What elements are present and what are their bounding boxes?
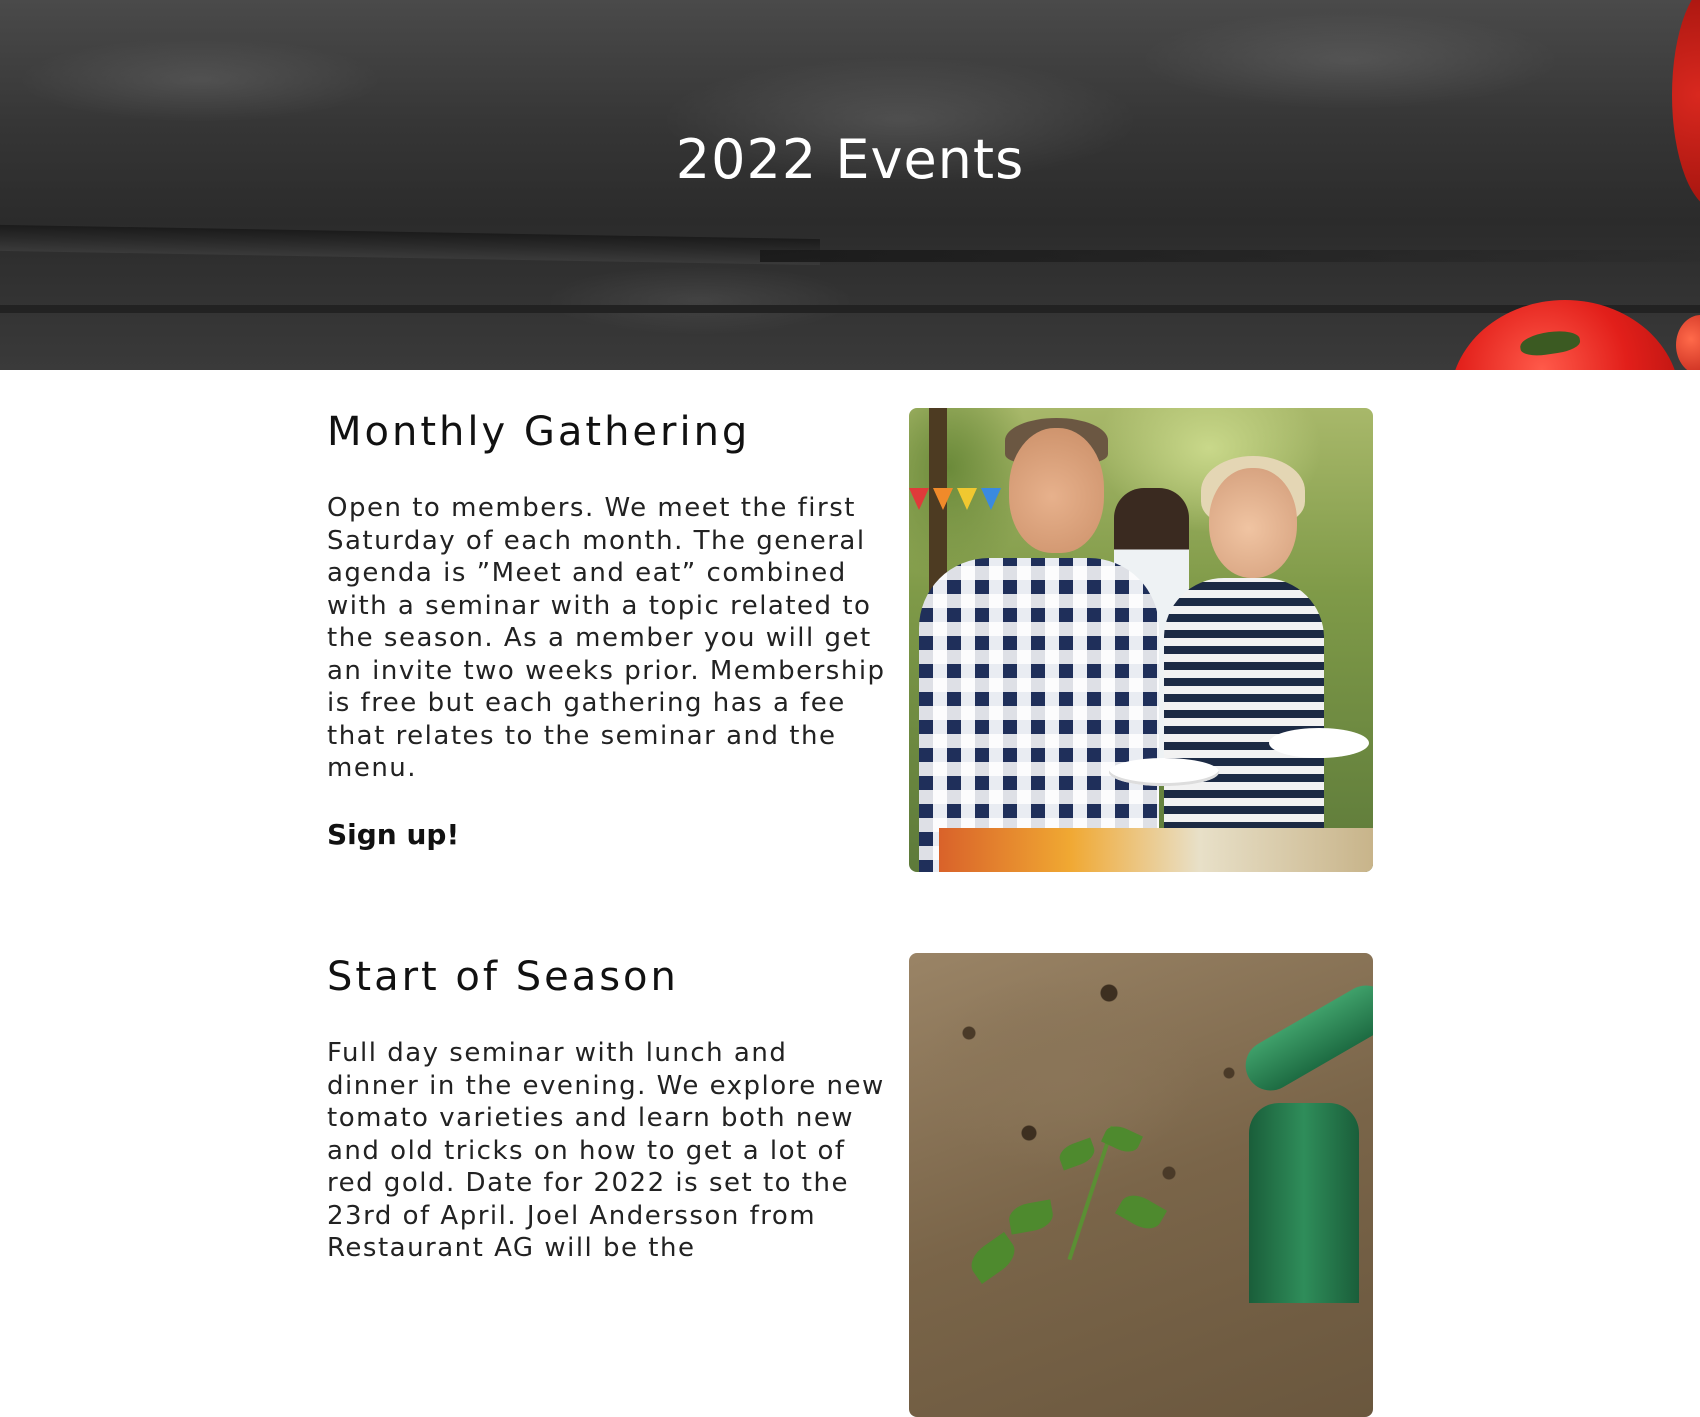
gathering-photo	[909, 408, 1373, 872]
event-monthly-gathering: Monthly Gathering Open to members. We me…	[327, 408, 1373, 872]
seedling-photo	[909, 953, 1373, 1417]
leaf	[1114, 1188, 1168, 1236]
leaf	[1101, 1121, 1143, 1157]
leaf	[964, 1231, 1022, 1285]
man-checked-shirt	[919, 558, 1159, 872]
food-table	[939, 828, 1373, 872]
man-face	[1009, 428, 1104, 553]
page-title: 2022 Events	[675, 128, 1025, 191]
plate	[1269, 728, 1369, 758]
hero-texture	[0, 224, 820, 266]
hero-banner: 2022 Events	[0, 0, 1700, 370]
woman-face	[1209, 468, 1297, 578]
watering-can	[1249, 1103, 1359, 1303]
tomato-decoration	[1676, 315, 1700, 370]
event-description: Open to members. We meet the first Satur…	[327, 493, 886, 783]
event-description: Full day seminar with lunch and dinner i…	[327, 1038, 885, 1263]
sign-up-link[interactable]: Sign up!	[327, 818, 459, 851]
event-text: Monthly Gathering Open to members. We me…	[327, 408, 887, 851]
leaf	[1056, 1137, 1098, 1171]
event-title: Monthly Gathering	[327, 409, 751, 455]
event-title: Start of Season	[327, 954, 679, 1000]
watering-can-spout	[1236, 976, 1373, 1100]
leaf	[1006, 1199, 1056, 1235]
event-start-of-season: Start of Season Full day seminar with lu…	[327, 953, 1373, 1417]
event-text: Start of Season Full day seminar with lu…	[327, 953, 887, 1265]
plate	[1109, 758, 1219, 786]
hero-texture	[760, 250, 1700, 262]
hero-texture	[0, 305, 1700, 313]
